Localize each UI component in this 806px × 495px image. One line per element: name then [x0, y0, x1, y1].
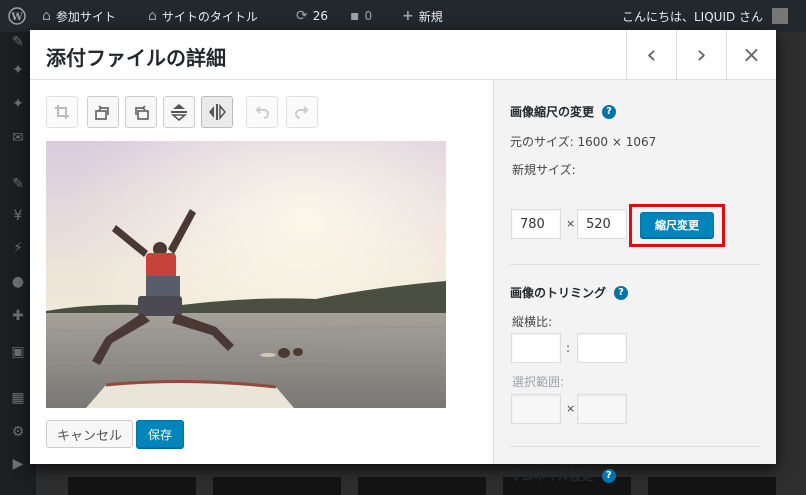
scale-times-sign: × [566, 217, 576, 230]
wordpress-icon: W [8, 7, 26, 25]
crop-heading-label: 画像のトリミング [510, 286, 607, 300]
selection-width-input[interactable] [511, 394, 561, 424]
chevron-right-icon: › [696, 40, 707, 70]
pin-icon[interactable]: ✦ [8, 60, 28, 80]
crop-icon [55, 105, 69, 119]
divider [510, 446, 761, 447]
plus-icon: + [402, 8, 414, 24]
close-button[interactable]: × [726, 30, 776, 80]
plugin-icon[interactable]: ⚡ [8, 238, 28, 258]
flip-vertical-button[interactable] [163, 96, 195, 128]
thumbnail-heading-label: サムネイル設定 [510, 469, 594, 483]
aspect-ratio-label: 縦横比: [512, 315, 553, 329]
gear-icon[interactable]: ⚙ [8, 422, 28, 442]
user-icon[interactable]: ● [8, 272, 28, 292]
selection-times-sign: × [566, 402, 576, 415]
home-icon: ⌂ [148, 8, 157, 24]
redo-icon [295, 106, 309, 119]
crop-button[interactable] [46, 96, 78, 128]
undo-button[interactable] [246, 96, 278, 128]
help-icon[interactable]: ? [601, 468, 616, 483]
selection-height-input[interactable] [577, 394, 627, 424]
original-size-text: 元のサイズ: 1600 × 1067 [510, 135, 657, 149]
settings-icon[interactable]: ▣ [8, 342, 28, 362]
tools-icon[interactable]: ¥ [8, 206, 28, 226]
comments-menu[interactable]: ▪ 0 [350, 0, 372, 32]
new-content-menu[interactable]: + 新規 [402, 0, 443, 32]
flip-vertical-icon [170, 104, 188, 121]
image-preview[interactable] [46, 141, 446, 408]
scale-width-input[interactable]: 780 [511, 209, 561, 239]
aspect-width-input[interactable] [511, 333, 561, 363]
rotate-left-button[interactable] [87, 96, 119, 128]
image-editor: キャンセル 保存 [30, 80, 493, 464]
flip-horizontal-button[interactable] [201, 96, 233, 128]
previous-button[interactable]: ‹ [626, 30, 676, 80]
redo-button[interactable] [286, 96, 318, 128]
scale-heading-label: 画像縮尺の変更 [510, 105, 595, 119]
sites-icon: ⌂ [42, 8, 51, 24]
rotate-right-button[interactable] [125, 96, 157, 128]
new-content-label: 新規 [418, 9, 443, 24]
background-thumbnail [648, 477, 776, 495]
pin-icon[interactable]: ✎ [8, 32, 28, 52]
brush-icon[interactable]: ✎ [8, 174, 28, 194]
play-icon[interactable]: ▶ [8, 454, 28, 474]
save-button[interactable]: 保存 [136, 420, 184, 448]
modal-title: 添付ファイルの詳細 [46, 46, 226, 70]
image-settings-panel: 画像縮尺の変更 ? 元のサイズ: 1600 × 1067 新規サイズ: 780 … [493, 80, 776, 483]
svg-text:W: W [10, 12, 23, 23]
chevron-left-icon: ‹ [646, 40, 657, 70]
updates-icon: ⟳ [296, 8, 308, 24]
next-button[interactable]: › [676, 30, 726, 80]
close-icon: × [742, 42, 761, 68]
account-menu[interactable]: こんにちは、LIQUID さん [622, 0, 789, 32]
site-name-label: サイトのタイトル [161, 9, 258, 24]
pin-icon[interactable]: ✦ [8, 94, 28, 114]
help-icon[interactable]: ? [614, 285, 629, 300]
scale-section-heading: 画像縮尺の変更 ? [510, 103, 617, 120]
my-sites-label: 参加サイト [55, 9, 116, 24]
background-thumbnail [213, 477, 341, 495]
selection-label: 選択範囲: [512, 375, 565, 389]
updates-menu[interactable]: ⟳ 26 [296, 0, 328, 32]
thumbnail-section-heading: サムネイル設定 ? [510, 467, 616, 484]
greeting-label: こんにちは、LIQUID さん [622, 9, 764, 24]
help-icon[interactable]: ? [602, 104, 617, 119]
jumping-person-photo [46, 141, 446, 408]
aspect-separator: : [566, 341, 571, 355]
undo-icon [255, 106, 269, 119]
avatar [772, 8, 789, 24]
divider [510, 264, 761, 265]
comments-count: 0 [364, 9, 373, 23]
scale-height-input[interactable]: 520 [577, 209, 627, 239]
updates-count: 26 [312, 9, 329, 23]
rotate-left-icon [95, 105, 109, 120]
mail-icon[interactable]: ✉ [8, 128, 28, 148]
crop-section-heading: 画像のトリミング ? [510, 284, 629, 301]
scale-button[interactable]: 縮尺変更 [640, 212, 714, 238]
new-size-label: 新規サイズ: [512, 163, 576, 177]
wordpress-logo[interactable]: W [8, 0, 26, 32]
cancel-button[interactable]: キャンセル [46, 420, 133, 448]
qr-icon[interactable]: ▦ [8, 388, 28, 408]
attachment-details-modal: 添付ファイルの詳細 ‹ › × キャンセル 保存 画像縮尺の変更 ? 元のサイズ… [30, 30, 776, 483]
modal-header: 添付ファイルの詳細 ‹ › × [30, 30, 776, 80]
flip-horizontal-icon [209, 103, 226, 121]
rotate-right-icon [135, 105, 149, 120]
background-thumbnail [68, 477, 196, 495]
site-name-menu[interactable]: ⌂ サイトのタイトル [148, 0, 258, 32]
admin-bar: W ⌂ 参加サイト ⌂ サイトのタイトル ⟳ 26 ▪ 0 + 新規 こんにちは… [0, 0, 806, 32]
background-thumbnail [358, 477, 486, 495]
my-sites-menu[interactable]: ⌂ 参加サイト [42, 0, 116, 32]
wrench-icon[interactable]: ✚ [8, 306, 28, 326]
aspect-height-input[interactable] [577, 333, 627, 363]
comment-icon: ▪ [350, 8, 360, 24]
